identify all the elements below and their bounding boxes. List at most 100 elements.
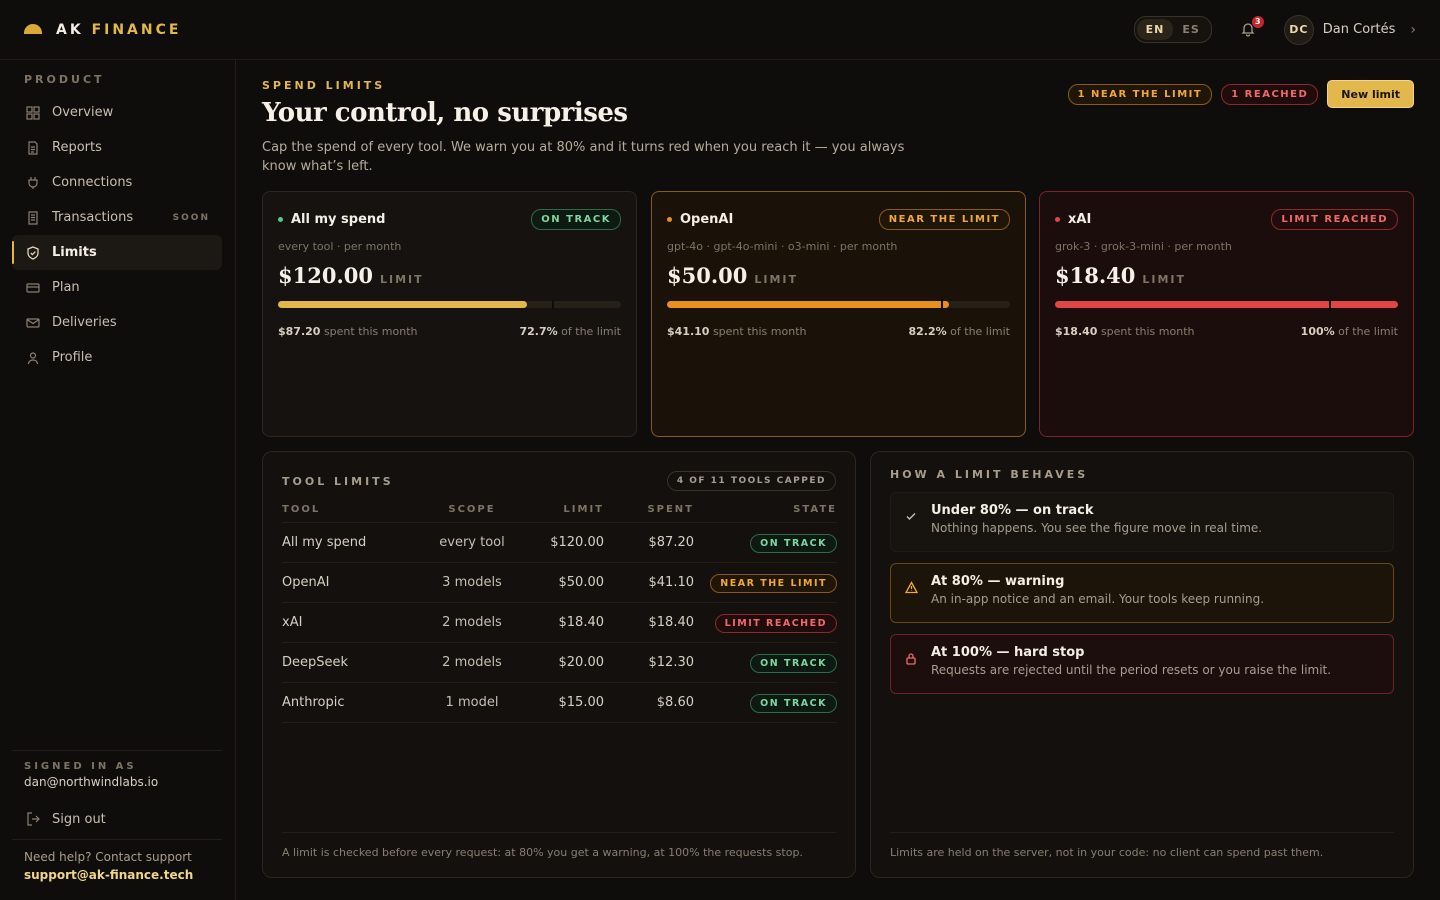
state-cell: ON TRACK [708, 522, 837, 563]
rule-hard-stop: At 100% — hard stop Requests are rejecte… [890, 634, 1394, 694]
status-badge: ON TRACK [531, 208, 621, 230]
tool-limits-note: A limit is checked before every request:… [282, 832, 836, 859]
status-badge: ON TRACK [750, 653, 837, 673]
card-scope: grok-3 · grok-3-mini · per month [1055, 240, 1232, 253]
limit-cell: $15.00 [532, 682, 618, 723]
sidebar-item-label: Profile [52, 350, 93, 365]
table-row[interactable]: OpenAI 3 models $50.00 $41.10 NEAR THE LIMIT [282, 562, 837, 603]
sign-out-button[interactable]: Sign out [12, 808, 222, 830]
status-dot [1055, 216, 1060, 222]
notifications-button[interactable]: 3 [1240, 15, 1264, 39]
column-header: STATE [708, 498, 837, 523]
spent-cell: $87.20 [618, 522, 708, 563]
card-icon [26, 282, 40, 293]
spent-amount: $18.40 [1055, 325, 1098, 338]
limit-card-all-spend[interactable]: All my spend ON TRACK every tool · per m… [262, 191, 637, 437]
table-row[interactable]: DeepSeek 2 models $20.00 $12.30 ON TRACK [282, 642, 837, 683]
limit-card-xai[interactable]: xAI LIMIT REACHED grok-3 · grok-3-mini ·… [1039, 191, 1414, 437]
limit-cell: $50.00 [532, 562, 618, 603]
sidebar-item-profile[interactable]: Profile [12, 340, 222, 375]
percent-used: 100% [1300, 325, 1335, 338]
card-title: xAI [1068, 211, 1092, 227]
sidebar-item-overview[interactable]: Overview [12, 95, 222, 130]
check-icon [906, 513, 916, 520]
logout-icon [27, 812, 40, 826]
status-badge: ON TRACK [750, 693, 837, 713]
spent-label: spent this month [709, 325, 807, 338]
limit-cell: $20.00 [532, 642, 618, 683]
scope-cell: 1 model [412, 682, 532, 723]
plug-icon [28, 176, 38, 189]
sidebar-item-label: Limits [52, 245, 97, 260]
card-scope: gpt-4o · gpt-4o-mini · o3-mini · per mon… [667, 240, 898, 253]
table-row[interactable]: Anthropic 1 model $15.00 $8.60 ON TRACK [282, 682, 837, 723]
card-limit-label: LIMIT [1142, 273, 1187, 286]
status-badge: ON TRACK [750, 533, 837, 553]
rule-title: Under 80% — on track [931, 503, 1094, 518]
sidebar: PRODUCT Overview Reports Connections Tra… [0, 60, 236, 900]
avatar: DC [1283, 14, 1314, 45]
progress-bar [278, 300, 621, 309]
scope-cell: every tool [412, 522, 532, 563]
scope-cell: 2 models [412, 602, 532, 643]
column-header: LIMIT [532, 498, 618, 523]
sidebar-item-limits[interactable]: Limits [12, 235, 222, 270]
spent-label: spent this month [320, 325, 418, 338]
lang-es-button[interactable]: ES [1173, 19, 1208, 40]
state-cell: ON TRACK [708, 642, 837, 683]
sidebar-item-transactions[interactable]: Transactions SOON [12, 200, 222, 235]
tool-cell: DeepSeek [282, 642, 412, 683]
percent-label: of the limit [1334, 325, 1398, 338]
spent-cell: $18.40 [618, 602, 708, 643]
behavior-note: Limits are held on the server, not in yo… [890, 832, 1394, 859]
sidebar-item-plan[interactable]: Plan [12, 270, 222, 305]
signed-in-label: SIGNED IN AS [24, 761, 137, 772]
page-title: Your control, no surprises [262, 98, 628, 128]
new-limit-button[interactable]: New limit [1327, 80, 1414, 108]
status-dot [667, 216, 672, 222]
percent-used: 72.7% [519, 325, 558, 338]
table-row[interactable]: All my spend every tool $120.00 $87.20 ON TR… [282, 522, 837, 563]
spent-cell: $41.10 [618, 562, 708, 603]
status-badge: NEAR THE LIMIT [710, 573, 837, 593]
lang-en-button[interactable]: EN [1136, 19, 1174, 40]
page-description: Cap the spend of every tool. We warn you… [262, 140, 905, 174]
near-limit-count-badge[interactable]: 1 NEAR THE LIMIT [1067, 83, 1213, 105]
sidebar-item-connections[interactable]: Connections [12, 165, 222, 200]
support-email-link[interactable]: support@ak-finance.tech [24, 868, 210, 882]
help-text: Need help? Contact support [24, 850, 192, 864]
page-eyebrow: SPEND LIMITS [262, 79, 386, 92]
progress-fill [1055, 301, 1398, 308]
rule-title: At 100% — hard stop [931, 645, 1085, 660]
rule-on-track: Under 80% — on track Nothing happens. Yo… [890, 492, 1394, 552]
card-scope: every tool · per month [278, 240, 402, 253]
percent-label: of the limit [946, 325, 1010, 338]
card-limit-amount: $18.40 [1055, 263, 1136, 288]
rule-desc: Requests are rejected until the period r… [931, 663, 1332, 677]
card-limit-label: LIMIT [754, 273, 799, 286]
user-menu[interactable]: DC Dan Cortés › [1283, 14, 1416, 45]
progress-bar [1055, 300, 1398, 309]
signed-in-email: dan@northwindlabs.io [24, 775, 159, 789]
limit-cell: $120.00 [532, 522, 618, 563]
sidebar-item-label: Transactions [52, 210, 134, 225]
card-limit-amount: $50.00 [667, 263, 748, 288]
brand-logo[interactable]: AK FINANCE [24, 22, 181, 38]
shield-icon [27, 245, 39, 260]
grid-icon [26, 105, 40, 120]
reached-count-badge[interactable]: 1 REACHED [1221, 83, 1319, 105]
percent-used: 82.2% [908, 325, 947, 338]
progress-fill [667, 301, 949, 308]
user-name: Dan Cortés [1322, 22, 1396, 37]
sidebar-section-label: PRODUCT [24, 73, 105, 86]
limit-card-openai[interactable]: OpenAI NEAR THE LIMIT gpt-4o · gpt-4o-mi… [651, 191, 1026, 437]
warning-threshold-tick [1329, 300, 1332, 309]
notification-count-badge: 3 [1251, 15, 1264, 28]
sidebar-item-deliveries[interactable]: Deliveries [12, 305, 222, 340]
progress-bar [667, 300, 1010, 309]
help-block: Need help? Contact support support@ak-fi… [12, 839, 222, 882]
sidebar-nav: Overview Reports Connections Transaction… [12, 95, 222, 375]
spent-cell: $8.60 [618, 682, 708, 723]
sidebar-item-reports[interactable]: Reports [12, 130, 222, 165]
table-row[interactable]: xAI 2 models $18.40 $18.40 LIMIT REACHED [282, 602, 837, 643]
